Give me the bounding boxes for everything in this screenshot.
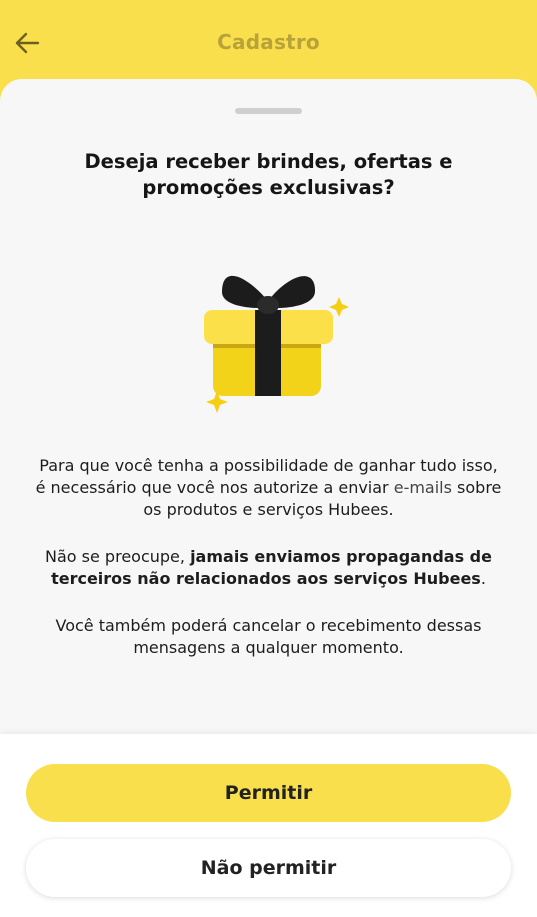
- app-screen: Cadastro Deseja receber brindes, ofertas…: [0, 0, 537, 917]
- header: Cadastro: [0, 0, 537, 88]
- deny-button[interactable]: Não permitir: [26, 839, 511, 897]
- sheet-grabber-handle[interactable]: [235, 108, 302, 114]
- paragraph-no-third-party: Não se preocupe, jamais enviamos propaga…: [34, 546, 503, 590]
- action-footer: Permitir Não permitir: [0, 734, 537, 917]
- paragraph-no-third-party-end: .: [480, 569, 486, 588]
- paragraph-no-third-party-text: Não se preocupe,: [45, 547, 191, 566]
- paragraph-cancel-anytime: Você também poderá cancelar o recebiment…: [55, 616, 482, 657]
- allow-button[interactable]: Permitir: [26, 764, 511, 822]
- paragraph-authorization: Para que você tenha a possibilidade de g…: [34, 455, 503, 521]
- gift-icon: [204, 275, 349, 413]
- page-title: Cadastro: [217, 30, 320, 54]
- question-heading: Deseja receber brindes, ofertas e promoç…: [84, 150, 453, 199]
- emails-keyword: e-mails: [393, 478, 452, 497]
